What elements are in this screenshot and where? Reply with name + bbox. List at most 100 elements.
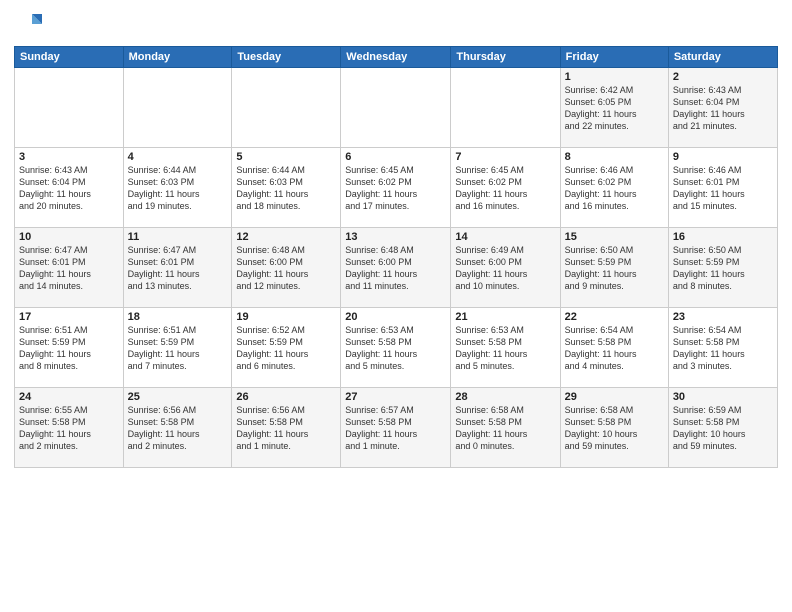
day-number: 10 (19, 231, 119, 243)
day-info: Sunrise: 6:53 AM Sunset: 5:58 PM Dayligh… (455, 324, 555, 373)
day-info: Sunrise: 6:46 AM Sunset: 6:02 PM Dayligh… (565, 164, 664, 213)
day-cell (123, 68, 232, 148)
day-number: 24 (19, 391, 119, 403)
day-number: 20 (345, 311, 446, 323)
day-number: 28 (455, 391, 555, 403)
day-number: 16 (673, 231, 773, 243)
day-number: 17 (19, 311, 119, 323)
week-row-3: 10Sunrise: 6:47 AM Sunset: 6:01 PM Dayli… (15, 228, 778, 308)
day-cell: 4Sunrise: 6:44 AM Sunset: 6:03 PM Daylig… (123, 148, 232, 228)
day-number: 3 (19, 151, 119, 163)
day-number: 6 (345, 151, 446, 163)
day-cell: 12Sunrise: 6:48 AM Sunset: 6:00 PM Dayli… (232, 228, 341, 308)
day-cell: 9Sunrise: 6:46 AM Sunset: 6:01 PM Daylig… (668, 148, 777, 228)
day-cell: 16Sunrise: 6:50 AM Sunset: 5:59 PM Dayli… (668, 228, 777, 308)
day-cell: 22Sunrise: 6:54 AM Sunset: 5:58 PM Dayli… (560, 308, 668, 388)
day-number: 19 (236, 311, 336, 323)
day-info: Sunrise: 6:53 AM Sunset: 5:58 PM Dayligh… (345, 324, 446, 373)
day-info: Sunrise: 6:44 AM Sunset: 6:03 PM Dayligh… (236, 164, 336, 213)
day-number: 27 (345, 391, 446, 403)
day-cell: 25Sunrise: 6:56 AM Sunset: 5:58 PM Dayli… (123, 388, 232, 468)
day-info: Sunrise: 6:52 AM Sunset: 5:59 PM Dayligh… (236, 324, 336, 373)
day-cell: 2Sunrise: 6:43 AM Sunset: 6:04 PM Daylig… (668, 68, 777, 148)
week-row-4: 17Sunrise: 6:51 AM Sunset: 5:59 PM Dayli… (15, 308, 778, 388)
day-number: 11 (128, 231, 228, 243)
day-number: 13 (345, 231, 446, 243)
day-number: 9 (673, 151, 773, 163)
day-number: 8 (565, 151, 664, 163)
day-info: Sunrise: 6:43 AM Sunset: 6:04 PM Dayligh… (673, 84, 773, 133)
day-number: 21 (455, 311, 555, 323)
header-cell-saturday: Saturday (668, 47, 777, 68)
day-cell: 13Sunrise: 6:48 AM Sunset: 6:00 PM Dayli… (341, 228, 451, 308)
day-number: 18 (128, 311, 228, 323)
day-cell: 3Sunrise: 6:43 AM Sunset: 6:04 PM Daylig… (15, 148, 124, 228)
day-cell: 24Sunrise: 6:55 AM Sunset: 5:58 PM Dayli… (15, 388, 124, 468)
day-cell (451, 68, 560, 148)
day-cell: 10Sunrise: 6:47 AM Sunset: 6:01 PM Dayli… (15, 228, 124, 308)
day-info: Sunrise: 6:54 AM Sunset: 5:58 PM Dayligh… (565, 324, 664, 373)
day-number: 29 (565, 391, 664, 403)
header-row: SundayMondayTuesdayWednesdayThursdayFrid… (15, 47, 778, 68)
day-cell: 30Sunrise: 6:59 AM Sunset: 5:58 PM Dayli… (668, 388, 777, 468)
day-info: Sunrise: 6:48 AM Sunset: 6:00 PM Dayligh… (236, 244, 336, 293)
day-number: 30 (673, 391, 773, 403)
page: SundayMondayTuesdayWednesdayThursdayFrid… (0, 0, 792, 612)
day-cell: 26Sunrise: 6:56 AM Sunset: 5:58 PM Dayli… (232, 388, 341, 468)
day-number: 23 (673, 311, 773, 323)
day-info: Sunrise: 6:47 AM Sunset: 6:01 PM Dayligh… (19, 244, 119, 293)
day-number: 22 (565, 311, 664, 323)
header-cell-tuesday: Tuesday (232, 47, 341, 68)
day-number: 12 (236, 231, 336, 243)
day-cell: 19Sunrise: 6:52 AM Sunset: 5:59 PM Dayli… (232, 308, 341, 388)
day-cell (15, 68, 124, 148)
day-number: 25 (128, 391, 228, 403)
day-cell: 5Sunrise: 6:44 AM Sunset: 6:03 PM Daylig… (232, 148, 341, 228)
day-cell: 28Sunrise: 6:58 AM Sunset: 5:58 PM Dayli… (451, 388, 560, 468)
day-info: Sunrise: 6:51 AM Sunset: 5:59 PM Dayligh… (19, 324, 119, 373)
day-info: Sunrise: 6:54 AM Sunset: 5:58 PM Dayligh… (673, 324, 773, 373)
day-info: Sunrise: 6:50 AM Sunset: 5:59 PM Dayligh… (673, 244, 773, 293)
day-info: Sunrise: 6:48 AM Sunset: 6:00 PM Dayligh… (345, 244, 446, 293)
logo-icon (14, 10, 42, 38)
day-info: Sunrise: 6:46 AM Sunset: 6:01 PM Dayligh… (673, 164, 773, 213)
calendar-body: 1Sunrise: 6:42 AM Sunset: 6:05 PM Daylig… (15, 68, 778, 468)
day-cell: 1Sunrise: 6:42 AM Sunset: 6:05 PM Daylig… (560, 68, 668, 148)
day-info: Sunrise: 6:49 AM Sunset: 6:00 PM Dayligh… (455, 244, 555, 293)
day-info: Sunrise: 6:47 AM Sunset: 6:01 PM Dayligh… (128, 244, 228, 293)
calendar-table: SundayMondayTuesdayWednesdayThursdayFrid… (14, 46, 778, 468)
day-info: Sunrise: 6:58 AM Sunset: 5:58 PM Dayligh… (455, 404, 555, 453)
day-cell: 29Sunrise: 6:58 AM Sunset: 5:58 PM Dayli… (560, 388, 668, 468)
header-cell-monday: Monday (123, 47, 232, 68)
week-row-2: 3Sunrise: 6:43 AM Sunset: 6:04 PM Daylig… (15, 148, 778, 228)
day-info: Sunrise: 6:42 AM Sunset: 6:05 PM Dayligh… (565, 84, 664, 133)
day-cell: 7Sunrise: 6:45 AM Sunset: 6:02 PM Daylig… (451, 148, 560, 228)
day-cell: 20Sunrise: 6:53 AM Sunset: 5:58 PM Dayli… (341, 308, 451, 388)
day-cell: 17Sunrise: 6:51 AM Sunset: 5:59 PM Dayli… (15, 308, 124, 388)
day-cell: 21Sunrise: 6:53 AM Sunset: 5:58 PM Dayli… (451, 308, 560, 388)
day-number: 2 (673, 71, 773, 83)
header-cell-thursday: Thursday (451, 47, 560, 68)
day-info: Sunrise: 6:55 AM Sunset: 5:58 PM Dayligh… (19, 404, 119, 453)
day-info: Sunrise: 6:51 AM Sunset: 5:59 PM Dayligh… (128, 324, 228, 373)
day-cell: 18Sunrise: 6:51 AM Sunset: 5:59 PM Dayli… (123, 308, 232, 388)
day-cell: 23Sunrise: 6:54 AM Sunset: 5:58 PM Dayli… (668, 308, 777, 388)
day-info: Sunrise: 6:56 AM Sunset: 5:58 PM Dayligh… (236, 404, 336, 453)
day-cell: 8Sunrise: 6:46 AM Sunset: 6:02 PM Daylig… (560, 148, 668, 228)
logo (14, 10, 46, 38)
day-number: 1 (565, 71, 664, 83)
day-number: 5 (236, 151, 336, 163)
day-number: 15 (565, 231, 664, 243)
calendar-header: SundayMondayTuesdayWednesdayThursdayFrid… (15, 47, 778, 68)
day-info: Sunrise: 6:44 AM Sunset: 6:03 PM Dayligh… (128, 164, 228, 213)
day-number: 7 (455, 151, 555, 163)
header-cell-wednesday: Wednesday (341, 47, 451, 68)
day-cell: 14Sunrise: 6:49 AM Sunset: 6:00 PM Dayli… (451, 228, 560, 308)
header-cell-friday: Friday (560, 47, 668, 68)
header (14, 10, 778, 38)
day-info: Sunrise: 6:57 AM Sunset: 5:58 PM Dayligh… (345, 404, 446, 453)
header-cell-sunday: Sunday (15, 47, 124, 68)
day-cell (232, 68, 341, 148)
day-number: 4 (128, 151, 228, 163)
day-info: Sunrise: 6:56 AM Sunset: 5:58 PM Dayligh… (128, 404, 228, 453)
